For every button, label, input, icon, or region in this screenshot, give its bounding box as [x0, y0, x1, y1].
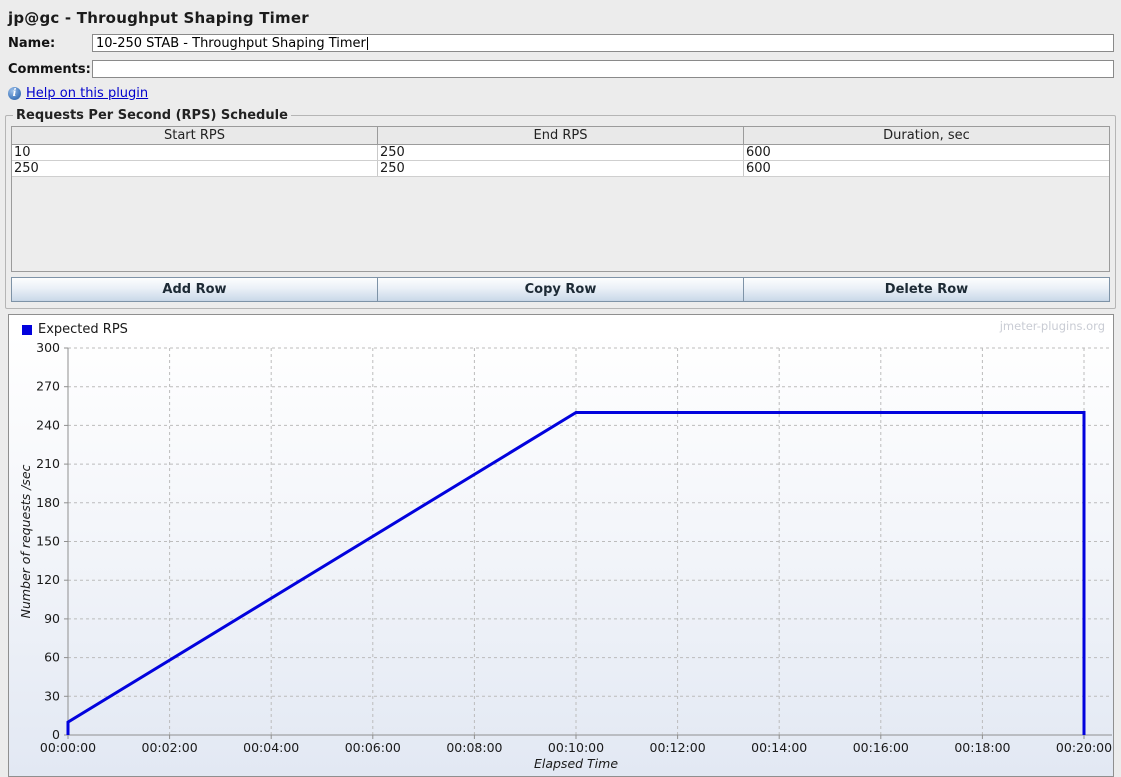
rps-schedule-group-title: Requests Per Second (RPS) Schedule: [13, 108, 291, 123]
svg-text:60: 60: [44, 650, 60, 665]
svg-text:00:04:00: 00:04:00: [243, 740, 299, 755]
svg-text:210: 210: [36, 456, 60, 471]
svg-text:00:14:00: 00:14:00: [751, 740, 807, 755]
rps-preview-chart-panel: 030609012015018021024027030000:00:0000:0…: [8, 314, 1114, 777]
legend-swatch-expected-rps: [22, 325, 32, 335]
svg-text:00:02:00: 00:02:00: [142, 740, 198, 755]
svg-text:Number of requests /sec: Number of requests /sec: [18, 464, 33, 618]
name-input-value: 10-250 STAB - Throughput Shaping Timer: [96, 36, 366, 51]
svg-text:00:10:00: 00:10:00: [548, 740, 604, 755]
cell-duration[interactable]: 600: [744, 145, 1109, 160]
svg-text:120: 120: [36, 572, 60, 587]
svg-text:00:00:00: 00:00:00: [40, 740, 96, 755]
name-label: Name:: [8, 36, 92, 51]
column-header-duration: Duration, sec: [744, 127, 1109, 144]
help-row: i Help on this plugin: [8, 86, 1121, 101]
copy-row-button[interactable]: Copy Row: [377, 277, 744, 302]
rps-schedule-table: Start RPS End RPS Duration, sec 10 250 6…: [11, 126, 1110, 272]
svg-text:00:20:00: 00:20:00: [1056, 740, 1112, 755]
comments-row: Comments:: [8, 60, 1114, 78]
svg-text:180: 180: [36, 495, 60, 510]
comments-label: Comments:: [8, 62, 92, 77]
delete-row-button[interactable]: Delete Row: [743, 277, 1110, 302]
table-row: 250 250 600: [12, 161, 1109, 177]
svg-text:30: 30: [44, 688, 60, 703]
chart-legend: Expected RPS: [22, 322, 128, 337]
svg-text:150: 150: [36, 534, 60, 549]
table-row: 10 250 600: [12, 145, 1109, 161]
cell-start-rps[interactable]: 10: [12, 145, 378, 160]
page-title: jp@gc - Throughput Shaping Timer: [0, 0, 1121, 34]
rps-schedule-group: Requests Per Second (RPS) Schedule Start…: [5, 108, 1116, 309]
cell-end-rps[interactable]: 250: [378, 161, 744, 176]
svg-text:00:12:00: 00:12:00: [650, 740, 706, 755]
svg-text:300: 300: [36, 340, 60, 355]
throughput-shaping-timer-panel: jp@gc - Throughput Shaping Timer Name: 1…: [0, 0, 1121, 777]
name-input[interactable]: 10-250 STAB - Throughput Shaping Timer: [92, 34, 1114, 52]
info-icon: i: [8, 87, 21, 100]
cell-end-rps[interactable]: 250: [378, 145, 744, 160]
text-caret: [367, 37, 368, 50]
svg-text:00:18:00: 00:18:00: [954, 740, 1010, 755]
name-row: Name: 10-250 STAB - Throughput Shaping T…: [8, 34, 1114, 52]
table-header-row: Start RPS End RPS Duration, sec: [12, 127, 1109, 145]
svg-text:00:06:00: 00:06:00: [345, 740, 401, 755]
rps-line-chart: 030609012015018021024027030000:00:0000:0…: [9, 315, 1112, 776]
column-header-end-rps: End RPS: [378, 127, 744, 144]
svg-text:00:16:00: 00:16:00: [853, 740, 909, 755]
comments-input[interactable]: [92, 60, 1114, 78]
svg-text:270: 270: [36, 379, 60, 394]
help-link[interactable]: Help on this plugin: [26, 86, 148, 101]
svg-text:240: 240: [36, 417, 60, 432]
table-button-row: Add Row Copy Row Delete Row: [11, 277, 1110, 302]
legend-label: Expected RPS: [38, 322, 128, 337]
cell-start-rps[interactable]: 250: [12, 161, 378, 176]
cell-duration[interactable]: 600: [744, 161, 1109, 176]
watermark: jmeter-plugins.org: [1000, 319, 1105, 333]
svg-text:00:08:00: 00:08:00: [446, 740, 502, 755]
column-header-start-rps: Start RPS: [12, 127, 378, 144]
svg-text:90: 90: [44, 611, 60, 626]
add-row-button[interactable]: Add Row: [11, 277, 378, 302]
